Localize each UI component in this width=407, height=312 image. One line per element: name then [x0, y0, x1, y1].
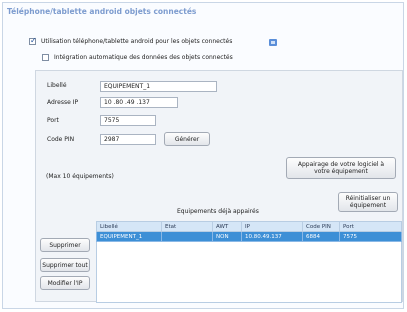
port-input[interactable]: 7575 — [100, 115, 156, 126]
cell-libelle: EQUIPEMENT_1 — [96, 231, 162, 242]
reset-line1: Réinitialiser un — [345, 195, 391, 202]
cell-etat — [161, 231, 213, 242]
table-caption: Equipements déjà appairés — [177, 208, 259, 215]
auto-integration-label: Intégration automatique des données des … — [54, 54, 233, 61]
pairing-line1: Appairage de votre logiciel à — [297, 161, 385, 168]
col-etat[interactable]: Etat — [161, 221, 213, 232]
col-libelle[interactable]: Libellé — [96, 221, 162, 232]
use-android-label: Utilisation téléphone/tablette android p… — [41, 38, 233, 45]
libelle-label: Libellé — [47, 82, 67, 89]
generate-button[interactable]: Générer — [164, 132, 210, 146]
table-row[interactable]: EQUIPEMENT_1 NON 10.80.49.137 6884 7575 — [96, 231, 402, 242]
reset-device-button[interactable]: Réinitialiser un équipement — [338, 192, 398, 212]
auto-integration-checkbox[interactable] — [42, 54, 49, 61]
devices-table: Libellé Etat AWT IP Code PIN Port EQUIPE… — [96, 221, 402, 242]
cell-awt: NON — [212, 231, 242, 242]
col-port[interactable]: Port — [339, 221, 402, 232]
use-android-row[interactable]: Utilisation téléphone/tablette android p… — [29, 36, 233, 45]
col-awt[interactable]: AWT — [212, 221, 242, 232]
use-android-checkbox[interactable] — [29, 36, 37, 45]
reset-line2: équipement — [349, 202, 387, 209]
libelle-input[interactable]: EQUIPEMENT_1 — [100, 81, 217, 92]
panel-title: Téléphone/tablette android objets connec… — [7, 7, 197, 16]
ip-label: Adresse IP — [47, 99, 79, 106]
max-devices-note: (Max 10 équipements) — [46, 173, 114, 180]
delete-all-button[interactable]: Supprimer tout — [40, 258, 90, 272]
info-icon[interactable] — [269, 39, 277, 46]
cell-ip: 10.80.49.137 — [241, 231, 303, 242]
edit-ip-button[interactable]: Modifier l'IP — [40, 276, 90, 290]
auto-integration-row[interactable]: Intégration automatique des données des … — [42, 54, 233, 61]
table-header-row: Libellé Etat AWT IP Code PIN Port — [96, 221, 402, 232]
pin-input[interactable]: 2987 — [100, 134, 156, 145]
cell-port: 7575 — [339, 231, 402, 242]
port-label: Port — [47, 117, 59, 124]
ip-input[interactable]: 10 .80 .49 .137 — [100, 97, 178, 108]
delete-button[interactable]: Supprimer — [40, 238, 90, 252]
col-ip[interactable]: IP — [241, 221, 303, 232]
pin-label: Code PIN — [47, 136, 75, 143]
pairing-line2: votre équipement — [314, 168, 368, 175]
cell-pin: 6884 — [302, 231, 340, 242]
col-pin[interactable]: Code PIN — [302, 221, 340, 232]
pairing-button[interactable]: Appairage de votre logiciel à votre équi… — [286, 157, 396, 179]
